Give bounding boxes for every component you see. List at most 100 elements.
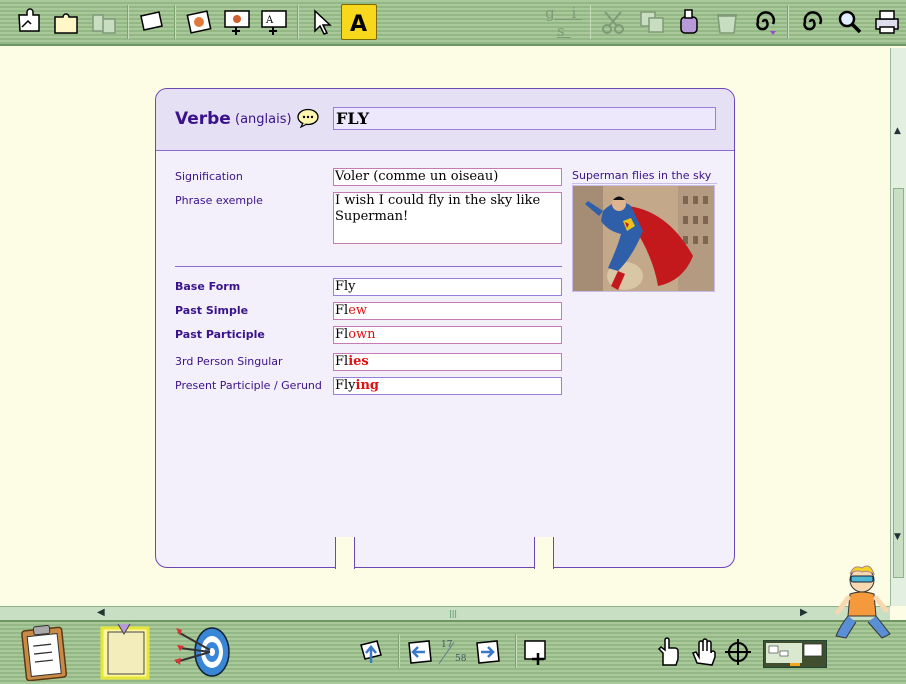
photo-icon <box>186 10 212 34</box>
grab-hand-button[interactable] <box>688 636 720 668</box>
card-stack-up-icon <box>360 640 382 663</box>
horizontal-scroll-thumb[interactable]: ||| <box>449 609 457 618</box>
next-card-button[interactable] <box>472 636 504 668</box>
previous-card-icon <box>408 640 432 664</box>
merge-puzzle-icon <box>92 14 116 34</box>
glue-icon <box>680 9 699 34</box>
crosshair-icon <box>725 639 751 665</box>
search-icon <box>838 10 861 34</box>
past-simple-stem: Fl <box>335 303 349 318</box>
toolbar-divider <box>589 5 592 39</box>
meaning-label: Signification <box>175 170 243 183</box>
scroll-up-icon[interactable]: ▲ <box>894 126 901 136</box>
svg-text:A: A <box>265 15 274 26</box>
puzzle-hand-button[interactable] <box>11 4 47 40</box>
clipboard-checklist-icon <box>21 625 68 681</box>
link-menu-button[interactable] <box>747 4 783 40</box>
language-label: (anglais) <box>235 112 292 127</box>
text-tool-icon: A <box>350 12 367 37</box>
mini-navigator[interactable] <box>763 640 827 668</box>
crosshair-button[interactable] <box>722 636 754 668</box>
word-type-label: Verbe <box>175 109 231 129</box>
image-caption: Superman flies in the sky <box>572 169 717 184</box>
toolbar-divider <box>174 5 177 39</box>
scroll-right-icon[interactable]: ▶ <box>800 607 808 618</box>
search-button[interactable] <box>832 4 868 40</box>
past-simple-field[interactable]: Flew <box>333 302 562 320</box>
next-card-icon <box>476 640 500 664</box>
puzzle-piece-icon <box>54 13 79 34</box>
svg-text:A: A <box>350 12 367 37</box>
toolbar-divider <box>787 5 790 39</box>
add-text-field-button[interactable]: A <box>256 4 292 40</box>
glue-button[interactable] <box>672 4 708 40</box>
add-card-icon <box>524 640 546 665</box>
checklist-button[interactable] <box>18 622 74 682</box>
base-form-field[interactable]: Fly <box>333 278 562 296</box>
vertical-scrollbar[interactable]: ▲ ▼ <box>890 48 906 606</box>
toolbar-divider <box>126 5 129 39</box>
trash-button[interactable] <box>709 4 745 40</box>
trash-icon <box>716 14 737 34</box>
open-hand-icon <box>692 638 716 666</box>
horizontal-scrollbar[interactable]: ◀ ||| ▶ <box>0 606 890 620</box>
previous-card-button[interactable] <box>404 636 436 668</box>
pointer-tool-button[interactable] <box>304 4 340 40</box>
toolbar-divider <box>296 5 299 39</box>
gis-label: g i s <box>545 4 583 40</box>
target-icon <box>174 627 230 677</box>
open-document-button[interactable] <box>49 4 85 40</box>
vocabulary-card: Verbe (anglais) FLY Signification Voler … <box>155 88 735 569</box>
past-simple-ending: ew <box>348 303 368 318</box>
photo-button[interactable] <box>181 4 217 40</box>
base-form-label: Base Form <box>175 280 241 293</box>
print-icon <box>875 10 899 34</box>
base-form-stem: Fly <box>335 279 356 294</box>
duplicate-button[interactable] <box>634 4 670 40</box>
add-image-field-button[interactable] <box>219 4 255 40</box>
home-card-button[interactable] <box>355 636 387 668</box>
text-tool-button[interactable]: A <box>341 4 378 40</box>
card-tab-notch <box>335 537 355 569</box>
point-hand-button[interactable] <box>652 636 684 668</box>
page-counter: 17 58 <box>438 636 474 670</box>
superman-illustration <box>573 186 714 291</box>
scroll-down-icon[interactable]: ▼ <box>894 532 901 542</box>
text-style-controls[interactable]: g i s <box>542 4 585 40</box>
navigator-map-icon <box>766 643 823 666</box>
new-card-button[interactable] <box>134 4 170 40</box>
total-pages: 58 <box>455 654 467 664</box>
gerund-field[interactable]: Flying <box>333 377 562 395</box>
link-button[interactable] <box>794 4 830 40</box>
past-simple-label: Past Simple <box>175 304 249 317</box>
gerund-ending: ing <box>355 378 380 393</box>
scissors-icon <box>602 11 625 34</box>
add-image-icon <box>223 10 250 35</box>
spiral-menu-icon <box>755 11 776 35</box>
speech-bubble-icon[interactable] <box>297 108 319 128</box>
third-person-field[interactable]: Flies <box>333 353 562 371</box>
toolbar-divider <box>398 634 400 668</box>
vertical-scroll-thumb[interactable] <box>893 188 904 578</box>
top-toolbar: A A g i s <box>0 0 906 46</box>
target-button[interactable] <box>172 622 234 682</box>
merge-button[interactable] <box>86 4 122 40</box>
past-participle-field[interactable]: Flown <box>333 326 562 344</box>
toolbar-divider <box>515 634 517 668</box>
example-sentence-field[interactable]: I wish I could fly in the sky like Super… <box>333 192 562 244</box>
pointing-hand-icon <box>657 637 679 666</box>
section-divider <box>175 266 562 267</box>
card-tab-notch <box>534 537 554 569</box>
superman-image[interactable] <box>572 185 715 292</box>
scroll-left-icon[interactable]: ◀ <box>97 607 105 618</box>
meaning-field[interactable]: Voler (comme un oiseau) <box>333 168 562 186</box>
print-button[interactable] <box>869 4 905 40</box>
third-person-label: 3rd Person Singular <box>175 355 283 368</box>
word-title-field[interactable]: FLY <box>333 107 716 130</box>
helper-character[interactable] <box>832 564 892 644</box>
example-sentence-label: Phrase exemple <box>175 194 263 207</box>
notes-button[interactable] <box>98 622 154 682</box>
sticky-notes-icon <box>100 623 150 680</box>
add-card-button[interactable] <box>520 636 552 668</box>
cut-button[interactable] <box>596 4 632 40</box>
